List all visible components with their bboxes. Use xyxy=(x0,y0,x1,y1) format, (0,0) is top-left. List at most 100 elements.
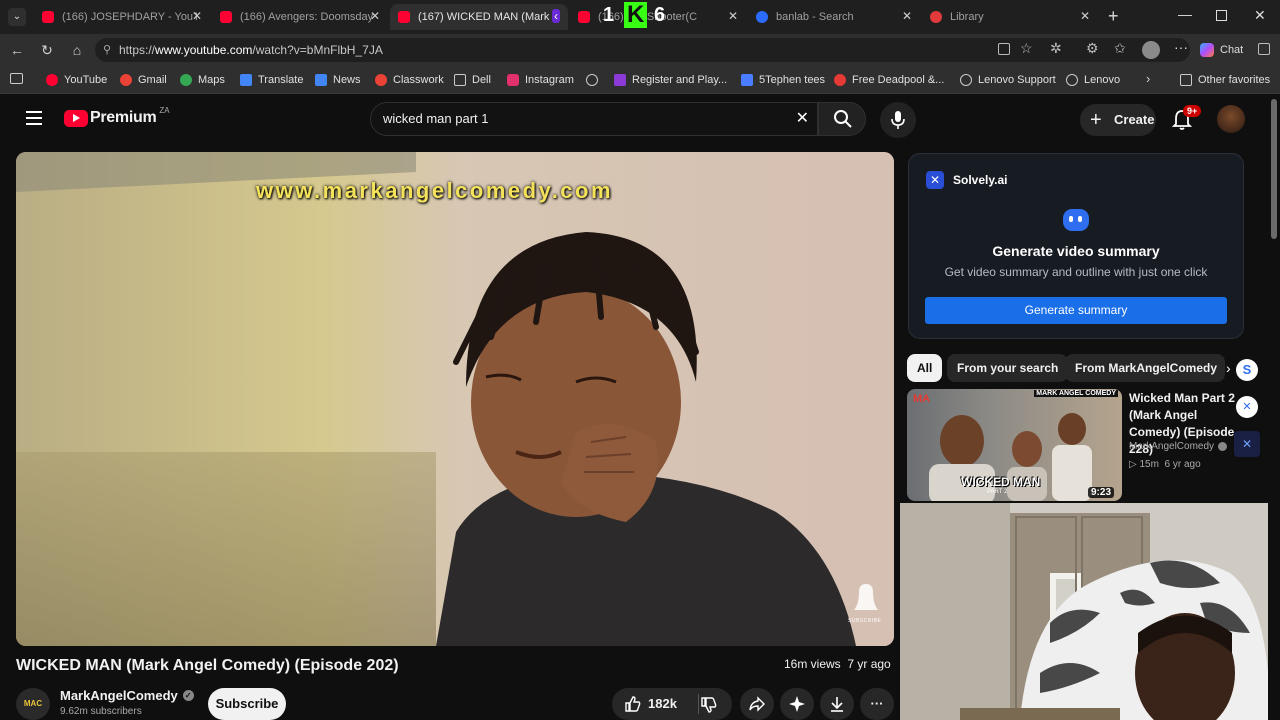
more-actions-button[interactable]: ··· xyxy=(860,688,894,720)
copilot-chat-button[interactable]: Chat xyxy=(1200,40,1243,60)
bookmark-instagram[interactable]: Instagram xyxy=(507,72,574,88)
subscribe-overlay-label: SUBSCRIBE xyxy=(848,618,882,624)
close-tab-icon[interactable]: ‹ xyxy=(552,9,560,23)
next-chips-icon[interactable]: › xyxy=(1226,360,1231,376)
sidebar-toggle-icon[interactable] xyxy=(1258,43,1270,55)
hamburger-menu-icon[interactable] xyxy=(26,111,42,125)
bookmark-lenovo[interactable]: Lenovo xyxy=(1066,72,1120,88)
share-button[interactable] xyxy=(740,688,774,720)
browser-tab[interactable]: banlab - Search ✕ xyxy=(748,4,920,30)
bookmark-globe[interactable] xyxy=(586,72,604,88)
youtube-icon xyxy=(46,74,58,86)
search-button[interactable] xyxy=(818,102,866,136)
browser-tab-active[interactable]: (167) WICKED MAN (Mark An ‹ xyxy=(390,4,568,30)
like-dislike-group: 182k xyxy=(612,688,732,720)
bookmark-other-favorites[interactable]: Other favorites xyxy=(1180,72,1270,88)
bookmark-classwork[interactable]: Classwork xyxy=(375,72,444,88)
chip-from-your-search[interactable]: From your search xyxy=(947,354,1069,382)
notifications-button[interactable]: 9+ xyxy=(1171,105,1202,131)
like-button[interactable]: 182k xyxy=(612,688,698,720)
bookmark-label: Gmail xyxy=(138,74,167,86)
subscribe-button[interactable]: Subscribe xyxy=(208,688,286,720)
close-window-icon[interactable]: ✕ xyxy=(1254,7,1266,24)
bookmark-deadpool[interactable]: Free Deadpool &... xyxy=(834,72,944,88)
close-tab-icon[interactable]: ✕ xyxy=(370,9,380,23)
folder-icon xyxy=(454,74,466,86)
news-icon xyxy=(315,74,327,86)
page-scrollbar[interactable] xyxy=(1268,95,1280,720)
channel-avatar[interactable]: MAC xyxy=(16,688,50,720)
like-divider xyxy=(698,694,699,714)
bookmark-5tephen[interactable]: 5Tephen tees xyxy=(741,72,825,88)
maximize-window-icon[interactable] xyxy=(1216,10,1227,21)
extension-icon[interactable]: ⚙ xyxy=(1086,40,1099,57)
sparkle-icon xyxy=(789,696,805,712)
browser-tab[interactable]: (166) Avengers: Doomsday | ✕ xyxy=(212,4,388,30)
bookmark-news[interactable]: News xyxy=(315,72,361,88)
recommendation-thumbnail[interactable]: MARK ANGEL COMEDY MA WICKED MAN PART 2 9… xyxy=(907,389,1122,501)
thumbs-down-icon[interactable] xyxy=(700,696,718,714)
close-tab-icon[interactable]: ✕ xyxy=(902,9,912,23)
recommendation-channel[interactable]: MarkAngelComedy xyxy=(1129,441,1228,452)
extension-s-icon[interactable]: S xyxy=(1236,359,1258,381)
bookmark-youtube[interactable]: YouTube xyxy=(46,72,107,88)
extensions-icon[interactable]: ✲ xyxy=(1050,40,1062,57)
summary-heading: Generate video summary xyxy=(992,243,1160,259)
video-player[interactable]: www.markangelcomedy.com SUBSCRIBE xyxy=(16,152,894,646)
create-button[interactable]: + Create xyxy=(1080,104,1156,136)
thumb-subtitle: PART 2 xyxy=(987,489,1008,495)
bookmark-dell[interactable]: Dell xyxy=(454,72,491,88)
back-arrow-icon[interactable]: ← xyxy=(8,41,26,59)
close-tab-icon[interactable]: ✕ xyxy=(192,9,202,23)
bookmarks-bar: YouTube Gmail Maps Translate News Classw… xyxy=(0,66,1280,94)
logo-text: Premium xyxy=(90,109,157,126)
youtube-favicon-icon xyxy=(42,11,54,23)
more-bookmarks-chevron-icon[interactable]: › xyxy=(1146,71,1150,86)
clear-search-icon[interactable]: ✕ xyxy=(796,103,809,135)
voice-search-button[interactable] xyxy=(880,102,916,138)
bookmark-translate[interactable]: Translate xyxy=(240,72,303,88)
profile-avatar[interactable] xyxy=(1142,41,1160,59)
search-input[interactable]: wicked man part 1 ✕ xyxy=(370,102,818,136)
new-tab-icon[interactable]: + xyxy=(1108,6,1119,27)
account-avatar[interactable] xyxy=(1217,105,1245,133)
split-screen-icon[interactable] xyxy=(998,43,1010,55)
bookmark-label: YouTube xyxy=(64,74,108,86)
share-icon xyxy=(749,696,765,712)
overlay-digit-1: 1 xyxy=(603,4,615,26)
close-tab-icon[interactable]: ✕ xyxy=(1080,9,1090,23)
generate-summary-button[interactable]: Generate summary xyxy=(925,297,1227,324)
youtube-header: Premium ZA wicked man part 1 ✕ + Create … xyxy=(0,95,1268,145)
ask-ai-button[interactable] xyxy=(780,688,814,720)
scrollbar-thumb[interactable] xyxy=(1271,99,1277,239)
upload-age: 7 yr ago xyxy=(847,657,891,671)
youtube-favicon-icon xyxy=(220,11,232,23)
reading-list-icon[interactable] xyxy=(10,73,23,84)
tab-label: (167) WICKED MAN (Mark An xyxy=(418,11,550,23)
chip-from-channel[interactable]: From MarkAngelComedy xyxy=(1065,354,1225,382)
tab-label: banlab - Search xyxy=(776,11,854,23)
thumb-title: WICKED MAN xyxy=(961,475,1041,489)
site-info-icon[interactable]: ⚲ xyxy=(103,38,111,62)
favorites-icon[interactable]: ✩ xyxy=(1114,40,1126,57)
library-favicon-icon xyxy=(930,11,942,23)
channel-name[interactable]: MarkAngelComedy ✓ xyxy=(60,688,194,703)
folder-icon xyxy=(1180,74,1192,86)
bookmark-gmail[interactable]: Gmail xyxy=(120,72,167,88)
bookmark-register[interactable]: Register and Play... xyxy=(614,72,727,88)
minimize-window-icon[interactable]: — xyxy=(1178,6,1192,22)
download-button[interactable] xyxy=(820,688,854,720)
close-tab-icon[interactable]: ✕ xyxy=(728,9,738,23)
bookmark-maps[interactable]: Maps xyxy=(180,72,225,88)
favorite-star-icon[interactable]: ☆ xyxy=(1020,40,1033,57)
more-options-icon[interactable]: ··· xyxy=(1174,39,1188,55)
youtube-premium-logo[interactable]: Premium ZA xyxy=(64,106,170,127)
tab-actions-menu-icon[interactable]: ⌄ xyxy=(8,8,26,26)
refresh-icon[interactable]: ↻ xyxy=(38,41,56,59)
recommendation-age: 6 yr ago xyxy=(1164,459,1201,470)
home-icon[interactable]: ⌂ xyxy=(68,41,86,59)
browser-tab[interactable]: Library ✕ xyxy=(922,4,1098,30)
browser-tab[interactable]: (166) JOSEPHDARY - YouTube ✕ xyxy=(34,4,210,30)
bookmark-lenovo-support[interactable]: Lenovo Support xyxy=(960,72,1056,88)
chip-all[interactable]: All xyxy=(907,354,943,382)
